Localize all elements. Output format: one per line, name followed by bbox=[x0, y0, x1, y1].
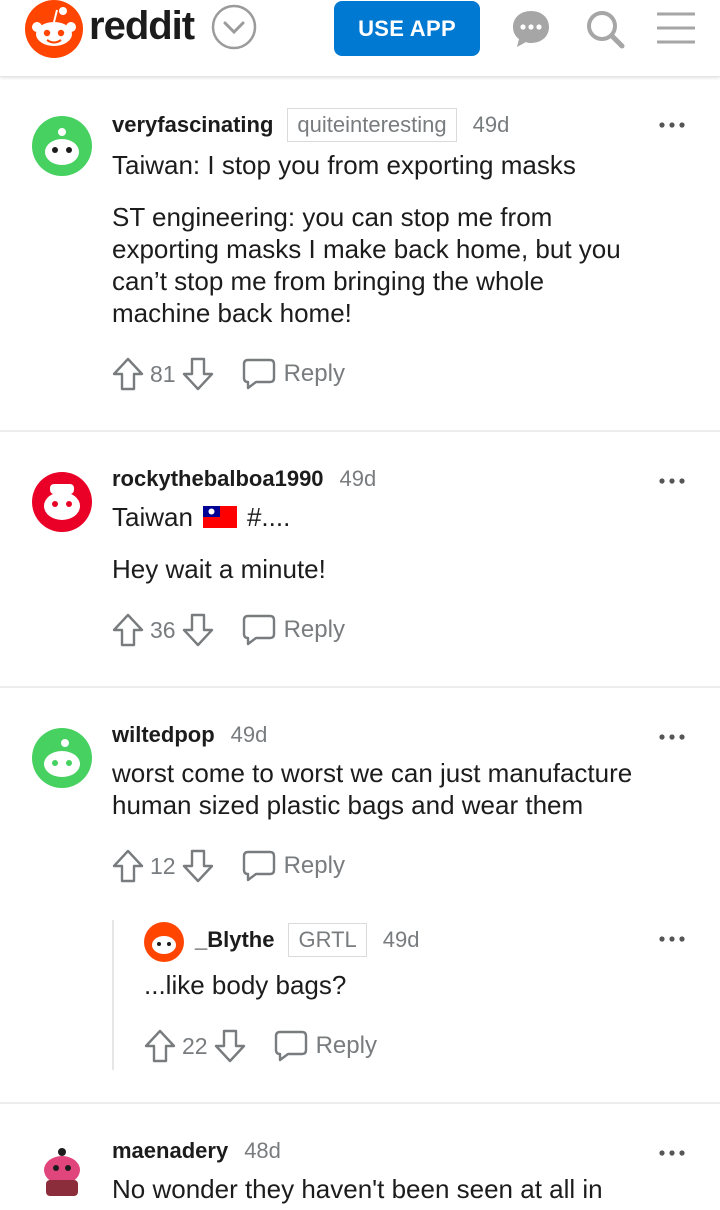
comment-actions: 22 Reply bbox=[144, 1026, 377, 1066]
username[interactable]: rockythebalboa1990 bbox=[112, 466, 324, 492]
use-app-button[interactable]: USE APP bbox=[334, 1, 480, 56]
upvote-icon[interactable] bbox=[112, 613, 144, 647]
more-options-icon[interactable] bbox=[658, 934, 688, 944]
downvote-icon[interactable] bbox=[182, 357, 214, 391]
reply-button[interactable]: Reply bbox=[316, 1032, 377, 1060]
comment-age: 48d bbox=[244, 1138, 281, 1163]
reddit-wordmark[interactable]: reddit bbox=[89, 4, 195, 49]
comment-meta: rockythebalboa1990 49d bbox=[112, 466, 376, 492]
more-options-icon[interactable] bbox=[658, 120, 688, 130]
comment-body: Taiwan #.... bbox=[112, 501, 290, 533]
comment-line: machine back home! bbox=[112, 298, 352, 328]
reply-icon[interactable] bbox=[242, 614, 276, 646]
comment-meta: veryfascinating quiteinteresting 49d bbox=[112, 108, 509, 142]
vote-count: 12 bbox=[150, 852, 176, 879]
comment-body: Taiwan: I stop you from exporting masks bbox=[112, 149, 576, 181]
menu-icon[interactable] bbox=[655, 8, 697, 50]
comment-line: ST engineering: you can stop me from bbox=[112, 202, 553, 232]
reddit-logo-icon[interactable] bbox=[23, 0, 85, 58]
username[interactable]: veryfascinating bbox=[112, 112, 273, 138]
comment-line: human sized plastic bags and wear them bbox=[112, 790, 584, 820]
reply-button[interactable]: Reply bbox=[284, 852, 345, 880]
comment-line: #.... bbox=[246, 502, 291, 532]
comment-actions: 36 Reply bbox=[112, 610, 345, 650]
vote-count: 22 bbox=[182, 1032, 208, 1059]
chevron-down-icon[interactable] bbox=[211, 4, 257, 50]
avatar[interactable] bbox=[32, 472, 92, 532]
comment-line: No wonder they haven't been seen at all … bbox=[112, 1174, 603, 1204]
comment-line: Hey wait a minute! bbox=[112, 554, 326, 584]
comment-line: exporting masks I make back home, but yo… bbox=[112, 234, 621, 264]
comment-age: 49d bbox=[339, 466, 377, 491]
comment-body-paragraph: Hey wait a minute! bbox=[112, 553, 326, 585]
avatar[interactable] bbox=[32, 728, 92, 788]
reply-icon[interactable] bbox=[242, 358, 276, 390]
upvote-icon[interactable] bbox=[112, 849, 144, 883]
avatar[interactable] bbox=[32, 1142, 92, 1202]
upvote-icon[interactable] bbox=[144, 1029, 176, 1063]
vote-count: 81 bbox=[150, 360, 176, 387]
user-flair: quiteinteresting bbox=[287, 108, 457, 142]
comment-line: can’t stop me from bringing the whole bbox=[112, 266, 545, 296]
comment-age: 49d bbox=[230, 722, 268, 747]
comment-meta: wiltedpop 49d bbox=[112, 722, 267, 748]
comment-line: Taiwan: I stop you from exporting masks bbox=[112, 150, 576, 180]
search-icon[interactable] bbox=[584, 8, 626, 50]
comment-body-paragraph: ST engineering: you can stop me from exp… bbox=[112, 201, 621, 329]
chat-icon[interactable] bbox=[510, 8, 552, 50]
reply-button[interactable]: Reply bbox=[284, 616, 345, 644]
downvote-icon[interactable] bbox=[182, 849, 214, 883]
top-bar: reddit USE APP bbox=[0, 0, 720, 77]
comment-line: Taiwan bbox=[112, 502, 193, 532]
divider bbox=[0, 686, 720, 688]
comment-age: 49d bbox=[382, 927, 420, 952]
downvote-icon[interactable] bbox=[214, 1029, 246, 1063]
comment-meta: maenadery 48d bbox=[112, 1138, 281, 1164]
thread-line[interactable] bbox=[112, 920, 114, 1070]
username[interactable]: wiltedpop bbox=[112, 722, 215, 748]
comment-line: ...like body bags? bbox=[144, 970, 347, 1000]
more-options-icon[interactable] bbox=[658, 1148, 688, 1158]
avatar[interactable] bbox=[144, 922, 184, 962]
more-options-icon[interactable] bbox=[658, 476, 688, 486]
divider bbox=[0, 1102, 720, 1104]
comment-actions: 81 Reply bbox=[112, 354, 345, 394]
divider bbox=[0, 430, 720, 432]
comment-body: worst come to worst we can just manufact… bbox=[112, 757, 632, 821]
comment-age: 49d bbox=[472, 112, 510, 137]
more-options-icon[interactable] bbox=[658, 732, 688, 742]
downvote-icon[interactable] bbox=[182, 613, 214, 647]
reply-button[interactable]: Reply bbox=[284, 360, 345, 388]
upvote-icon[interactable] bbox=[112, 357, 144, 391]
comment-line: worst come to worst we can just manufact… bbox=[112, 758, 633, 788]
vote-count: 36 bbox=[150, 616, 176, 643]
avatar[interactable] bbox=[32, 116, 92, 176]
taiwan-flag-icon bbox=[202, 506, 237, 528]
comment-actions: 12 Reply bbox=[112, 846, 345, 886]
user-flair: GRTL bbox=[288, 923, 367, 957]
reply-icon[interactable] bbox=[242, 850, 276, 882]
username[interactable]: maenadery bbox=[112, 1138, 228, 1164]
reply-icon[interactable] bbox=[274, 1030, 308, 1062]
username[interactable]: _Blythe bbox=[195, 927, 274, 953]
comment-body: No wonder they haven't been seen at all … bbox=[112, 1173, 603, 1205]
comment-meta: _Blythe GRTL 49d bbox=[195, 923, 419, 957]
comment-body: ...like body bags? bbox=[144, 969, 346, 1001]
